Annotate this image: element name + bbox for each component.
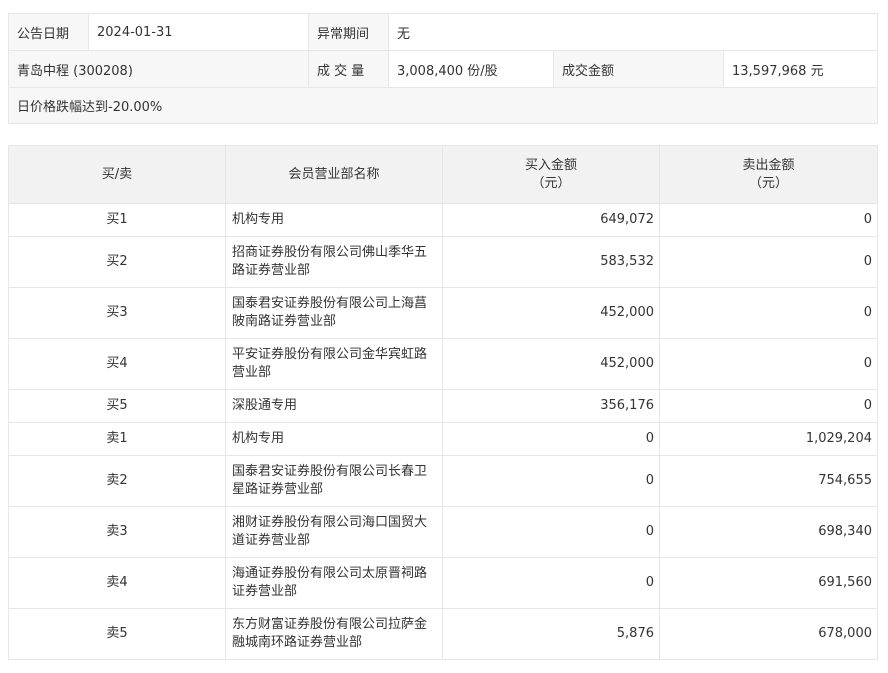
header-type: 买/卖 [8, 145, 226, 204]
announce-date-value: 2024-01-31 [88, 13, 309, 51]
trading-seats-table: 买/卖 会员营业部名称 买入金额 （元） 卖出金额 （元） 买1 机构专用 64… [8, 145, 878, 660]
row-sell-amount: 0 [659, 236, 878, 288]
abnormal-reason: 日价格跌幅达到-20.00% [7, 87, 879, 124]
header-sell-amount: 卖出金额 （元） [659, 145, 878, 204]
table-row: 卖2 国泰君安证券股份有限公司长春卫星路证券营业部 0 754,655 [8, 455, 878, 507]
table-row: 卖1 机构专用 0 1,029,204 [8, 422, 878, 456]
table-row: 买2 招商证券股份有限公司佛山季华五路证券营业部 583,532 0 [8, 236, 878, 288]
volume-value: 3,008,400 份/股 [388, 50, 554, 88]
row-member-name: 东方财富证券股份有限公司拉萨金融城南环路证券营业部 [225, 608, 443, 660]
row-buy-amount: 649,072 [442, 203, 660, 237]
row-sell-amount: 678,000 [659, 608, 878, 660]
header-sell-title: 卖出金额 [742, 157, 795, 173]
table-header-row: 买/卖 会员营业部名称 买入金额 （元） 卖出金额 （元） [8, 145, 878, 204]
row-type: 买2 [8, 236, 226, 288]
amount-label: 成交金额 [553, 50, 724, 88]
volume-label: 成 交 量 [308, 50, 389, 88]
row-type: 卖2 [8, 455, 226, 507]
row-type: 买1 [8, 203, 226, 237]
row-buy-amount: 583,532 [442, 236, 660, 288]
row-buy-amount: 0 [442, 422, 660, 456]
header-buy-title: 买入金额 [524, 157, 577, 173]
table-row: 卖5 东方财富证券股份有限公司拉萨金融城南环路证券营业部 5,876 678,0… [8, 608, 878, 660]
table-row: 卖4 海通证券股份有限公司太原晋祠路证券营业部 0 691,560 [8, 557, 878, 609]
header-buy-amount: 买入金额 （元） [442, 145, 660, 204]
row-sell-amount: 0 [659, 389, 878, 423]
row-member-name: 海通证券股份有限公司太原晋祠路证券营业部 [225, 557, 443, 609]
info-row-reason: 日价格跌幅达到-20.00% [7, 87, 879, 124]
row-type: 卖3 [8, 506, 226, 558]
table-row: 买1 机构专用 649,072 0 [8, 203, 878, 237]
row-member-name: 湘财证券股份有限公司海口国贸大道证券营业部 [225, 506, 443, 558]
row-buy-amount: 0 [442, 455, 660, 507]
row-sell-amount: 0 [659, 203, 878, 237]
row-member-name: 机构专用 [225, 422, 443, 456]
table-row: 卖3 湘财证券股份有限公司海口国贸大道证券营业部 0 698,340 [8, 506, 878, 558]
header-member: 会员营业部名称 [225, 145, 443, 204]
row-type: 买5 [8, 389, 226, 423]
row-type: 卖1 [8, 422, 226, 456]
table-row: 买4 平安证券股份有限公司金华宾虹路营业部 452,000 0 [8, 338, 878, 390]
row-type: 买4 [8, 338, 226, 390]
row-buy-amount: 5,876 [442, 608, 660, 660]
announcement-info-table: 公告日期 2024-01-31 异常期间 无 青岛中程 (300208) 成 交… [7, 13, 879, 124]
info-row-volume: 青岛中程 (300208) 成 交 量 3,008,400 份/股 成交金额 1… [8, 50, 879, 88]
row-type: 买3 [8, 287, 226, 339]
row-member-name: 深股通专用 [225, 389, 443, 423]
row-sell-amount: 691,560 [659, 557, 878, 609]
row-buy-amount: 0 [442, 557, 660, 609]
amount-value: 13,597,968 元 [722, 50, 879, 88]
row-buy-amount: 0 [442, 506, 660, 558]
info-row-date: 公告日期 2024-01-31 异常期间 无 [8, 13, 879, 51]
stock-name: 青岛中程 (300208) [8, 50, 309, 88]
row-sell-amount: 0 [659, 287, 878, 339]
row-type: 卖5 [8, 608, 226, 660]
row-member-name: 机构专用 [225, 203, 443, 237]
row-member-name: 国泰君安证券股份有限公司长春卫星路证券营业部 [225, 455, 443, 507]
row-buy-amount: 356,176 [442, 389, 660, 423]
row-buy-amount: 452,000 [442, 338, 660, 390]
header-sell-unit: （元） [748, 175, 788, 191]
row-member-name: 招商证券股份有限公司佛山季华五路证券营业部 [225, 236, 443, 288]
abnormal-period-value: 无 [387, 13, 879, 51]
row-sell-amount: 1,029,204 [659, 422, 878, 456]
row-sell-amount: 698,340 [659, 506, 878, 558]
row-member-name: 平安证券股份有限公司金华宾虹路营业部 [225, 338, 443, 390]
table-row: 买5 深股通专用 356,176 0 [8, 389, 878, 423]
abnormal-period-label: 异常期间 [308, 13, 389, 51]
row-type: 卖4 [8, 557, 226, 609]
row-sell-amount: 0 [659, 338, 878, 390]
row-sell-amount: 754,655 [659, 455, 878, 507]
row-member-name: 国泰君安证券股份有限公司上海菖陂南路证券营业部 [225, 287, 443, 339]
header-buy-unit: （元） [531, 175, 571, 191]
announce-date-label: 公告日期 [8, 13, 89, 51]
table-row: 买3 国泰君安证券股份有限公司上海菖陂南路证券营业部 452,000 0 [8, 287, 878, 339]
row-buy-amount: 452,000 [442, 287, 660, 339]
